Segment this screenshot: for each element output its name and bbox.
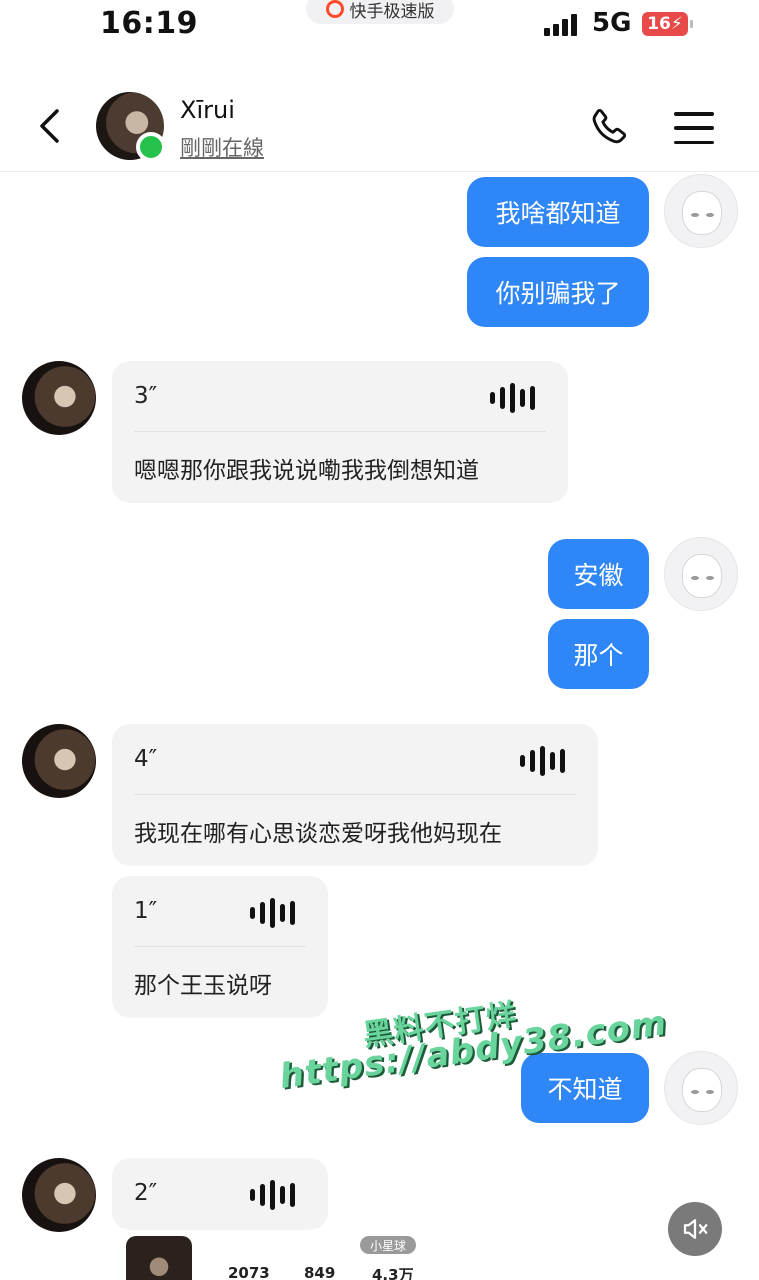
chevron-left-icon: [40, 109, 59, 143]
contact-name[interactable]: Xīrui: [180, 96, 235, 124]
stat-value: 849: [304, 1264, 336, 1280]
my-avatar[interactable]: [664, 174, 738, 248]
voice-duration: 2″: [134, 1180, 158, 1206]
divider: [134, 431, 546, 432]
contact-avatar[interactable]: [22, 361, 96, 435]
kuaishou-logo-icon: [325, 0, 344, 18]
voice-wave-icon[interactable]: [520, 746, 565, 776]
battery-level: 16: [647, 14, 671, 34]
voice-message-bubble[interactable]: 2″: [112, 1158, 328, 1230]
voice-wave-icon[interactable]: [250, 1180, 295, 1210]
voice-transcript: 那个王玉说呀: [134, 973, 272, 999]
voice-transcript: 我现在哪有心思谈恋爱呀我他妈现在: [134, 821, 502, 847]
voice-message-bubble[interactable]: 1″ 那个王玉说呀: [112, 876, 328, 1018]
online-indicator-icon: [136, 132, 166, 162]
stat-value: 4.3万: [372, 1266, 414, 1280]
chat-header: Xīrui 剛剛在線: [0, 82, 759, 172]
speaker-mute-icon: [683, 1219, 708, 1239]
app-indicator-pill[interactable]: 快手极速版: [306, 0, 454, 24]
phone-icon: [592, 108, 627, 144]
menu-line: [674, 126, 714, 130]
shared-profile-card[interactable]: 小星球 2073 849 4.3万: [122, 1236, 428, 1280]
my-message-bubble[interactable]: 你别骗我了: [467, 257, 649, 327]
voice-duration: 1″: [134, 898, 158, 924]
xingqiu-tag: 小星球: [360, 1236, 417, 1254]
back-button[interactable]: [34, 106, 64, 146]
my-avatar[interactable]: [664, 537, 738, 611]
mute-button[interactable]: [668, 1202, 722, 1256]
contact-status: 剛剛在線: [180, 136, 264, 160]
my-message-bubble[interactable]: 不知道: [521, 1053, 649, 1123]
divider: [134, 946, 306, 947]
stat-value: 2073: [228, 1264, 270, 1280]
voice-duration: 3″: [134, 383, 158, 409]
menu-button[interactable]: [672, 108, 716, 148]
voice-wave-icon[interactable]: [250, 898, 295, 928]
status-time: 16:19: [100, 6, 198, 41]
voice-message-bubble[interactable]: 3″ 嗯嗯那你跟我说说嘞我我倒想知道: [112, 361, 568, 503]
divider: [134, 794, 576, 795]
my-message-bubble[interactable]: 那个: [548, 619, 649, 689]
voice-wave-icon[interactable]: [490, 383, 535, 413]
menu-line: [674, 112, 714, 116]
signal-icon: [544, 14, 577, 36]
network-type: 5G: [592, 8, 632, 38]
my-message-bubble[interactable]: 我啥都知道: [467, 177, 649, 247]
my-avatar[interactable]: [664, 1051, 738, 1125]
contact-avatar[interactable]: [22, 1158, 96, 1232]
voice-transcript: 嗯嗯那你跟我说说嘞我我倒想知道: [134, 458, 479, 484]
voice-message-bubble[interactable]: 4″ 我现在哪有心思谈恋爱呀我他妈现在: [112, 724, 598, 866]
voice-duration: 4″: [134, 746, 158, 772]
app-pill-label: 快手极速版: [349, 1, 435, 22]
contact-avatar[interactable]: [22, 724, 96, 798]
menu-line: [674, 140, 714, 144]
battery-icon: 16 ⚡: [642, 12, 693, 36]
call-button[interactable]: [586, 106, 630, 150]
profile-thumbnail: [126, 1236, 192, 1280]
my-message-bubble[interactable]: 安徽: [548, 539, 649, 609]
